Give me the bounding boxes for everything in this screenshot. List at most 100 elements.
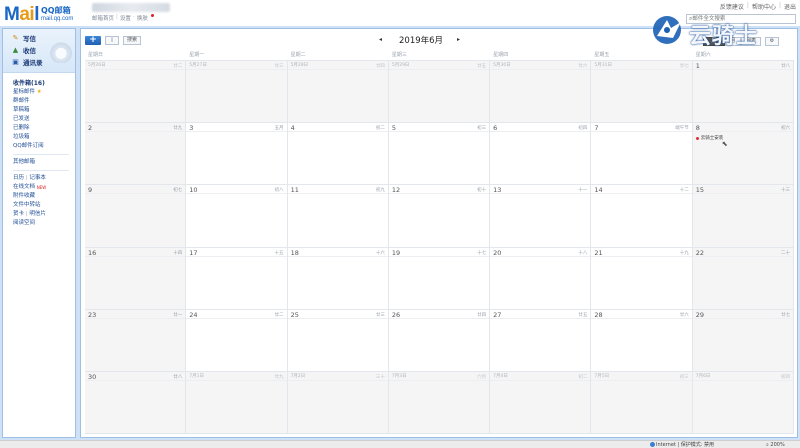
new-event-button[interactable]: + (85, 36, 101, 45)
mail-search-input[interactable] (692, 15, 789, 23)
day-cell[interactable]: 10 初八 (186, 185, 288, 248)
day-number: 16 (88, 248, 97, 257)
day-cell[interactable]: 17 十五 (186, 247, 288, 310)
globe-icon (650, 442, 655, 447)
day-number: 7月1日 (189, 373, 205, 379)
calendar-settings-gear-icon[interactable]: ⚙ (765, 37, 779, 46)
day-number: 30 (88, 372, 97, 381)
day-cell[interactable]: 5月28日 廿四 (287, 61, 389, 124)
day-cell[interactable]: 24 廿二 (186, 309, 288, 372)
qq-mail-logo[interactable]: Mail QQ邮箱 mail.qq.com (4, 2, 73, 24)
day-cell[interactable]: 7月2日 三十 (287, 371, 389, 434)
day-cell[interactable]: 7 端午节 (591, 123, 693, 186)
view-week-button[interactable]: 周 (703, 37, 725, 46)
day-cell[interactable]: 12 初十 (388, 185, 491, 248)
day-cell[interactable]: 29 廿七 (692, 309, 794, 372)
link-online-doc[interactable]: 在线文档 NEW (13, 183, 75, 192)
lunar-date: 初三 (477, 126, 487, 132)
day-number: 5月26日 (88, 63, 106, 68)
day-cell[interactable]: 14 十二 (591, 185, 693, 248)
day-cell[interactable]: 25 廿三 (287, 309, 389, 372)
folder-spam[interactable]: 垃圾箱 (13, 133, 75, 142)
link-skin[interactable]: 换肤 (137, 14, 148, 22)
day-cell[interactable]: 9 初七 (85, 185, 187, 248)
day-cell[interactable]: 18 十六 (287, 247, 389, 310)
day-cell[interactable]: 7月3日 六月 (388, 371, 491, 434)
folder-inbox[interactable]: 收件箱(16) (13, 79, 75, 88)
folder-qq-subscribe[interactable]: QQ邮件订阅 (13, 142, 75, 151)
day-number: 3 (189, 124, 194, 133)
calendar-event[interactable]: 云骑士安装 (695, 135, 723, 141)
day-cell[interactable]: 16 十四 (85, 247, 187, 310)
lunar-date: 廿七 (679, 64, 689, 69)
day-cell[interactable]: 3 五月 (186, 123, 288, 186)
day-cell[interactable]: 5月26日 廿二 (85, 61, 187, 124)
day-cell[interactable]: 7月6日 初四 (692, 371, 794, 434)
next-month-button[interactable]: ▸ (457, 36, 460, 43)
day-cell[interactable]: 7月1日 廿九 (186, 371, 288, 434)
link-logout[interactable]: 退出 (784, 2, 796, 11)
top-links: 反馈建议 | 帮助中心 | 退出 (719, 2, 796, 11)
day-cell[interactable]: 21 十九 (591, 247, 693, 310)
day-cell[interactable]: 11 初九 (287, 185, 389, 248)
day-cell[interactable]: 15 十三 (692, 185, 794, 248)
folder-groups[interactable]: 群邮件 (13, 97, 75, 106)
link-reading-space[interactable]: 阅读空间 (13, 219, 75, 228)
folder-sent[interactable]: 已发送 (13, 115, 75, 124)
link-mail-home[interactable]: 邮箱首页 (92, 14, 114, 22)
lunar-date: 端午节 (675, 126, 689, 132)
day-number: 7月5日 (594, 373, 610, 379)
day-cell[interactable]: 26 廿四 (388, 309, 491, 372)
view-list-button[interactable]: 列表 (741, 37, 761, 46)
link-greeting-card[interactable]: 贺卡 (13, 211, 24, 217)
folder-deleted[interactable]: 已删除 (13, 124, 75, 133)
day-number: 7月6日 (695, 373, 711, 379)
day-cell[interactable]: 5 初三 (388, 123, 491, 186)
lunar-date: 廿五 (578, 312, 588, 318)
day-cell[interactable]: 5月31日 廿七 (591, 61, 693, 124)
day-cell[interactable]: 19 十七 (388, 247, 491, 310)
lunar-date: 十一 (578, 188, 588, 194)
day-cell[interactable]: 20 十八 (490, 247, 592, 310)
day-number: 22 (695, 248, 704, 257)
day-cell[interactable]: 23 廿一 (85, 309, 187, 372)
day-cell[interactable]: 13 十一 (490, 185, 592, 248)
folder-drafts[interactable]: 草稿箱 (13, 106, 75, 115)
day-cell[interactable]: 1 廿八 (692, 61, 794, 124)
day-cell[interactable]: 27 廿五 (490, 309, 592, 372)
day-cell[interactable]: 5月30日 廿六 (490, 61, 592, 124)
link-help[interactable]: 帮助中心 (752, 2, 776, 11)
document-button[interactable]: ▯ (105, 36, 119, 45)
link-feedback[interactable]: 反馈建议 (720, 2, 744, 11)
day-cell[interactable]: 5月29日 廿五 (388, 61, 491, 124)
zoom-level[interactable]: ⌕ 200% (766, 441, 785, 448)
link-postcard[interactable]: 明信片 (29, 211, 46, 217)
day-cell[interactable]: 7月5日 初三 (591, 371, 693, 434)
link-notepad[interactable]: 记事本 (29, 175, 46, 181)
calendar-search-button[interactable]: 搜索 (123, 36, 141, 45)
mail-header: Mail QQ邮箱 mail.qq.com 邮箱首页 | 设置 - 换肤 反馈建… (0, 0, 800, 26)
day-number: 12 (391, 186, 401, 195)
star-icon: ★ (36, 89, 42, 95)
link-attachments[interactable]: 附件收藏 (13, 192, 75, 201)
day-cell[interactable]: 4 初二 (287, 123, 389, 186)
prev-month-button[interactable]: ◂ (379, 36, 382, 43)
folder-starred[interactable]: 星标邮件 ★ (13, 88, 75, 97)
link-file-transfer[interactable]: 文件中转站 (13, 201, 75, 210)
day-cell[interactable]: 2 廿九 (85, 123, 187, 186)
day-cell[interactable]: 22 二十 (692, 247, 794, 310)
link-calendar[interactable]: 日历 (13, 175, 24, 181)
day-cell[interactable]: 7月4日 初二 (490, 371, 592, 434)
lunar-date: 十二 (679, 188, 689, 194)
link-settings[interactable]: 设置 (120, 14, 131, 22)
folder-other-mailboxes[interactable]: 其他邮箱 (13, 158, 75, 167)
day-cell[interactable]: 30 廿八 (85, 371, 187, 434)
logo-domain: mail.qq.com (40, 16, 74, 22)
day-cell[interactable]: 5月27日 廿三 (186, 61, 288, 124)
view-month-button[interactable]: 月 (725, 37, 741, 46)
day-cell[interactable]: 28 廿六 (591, 309, 693, 372)
lunar-date: 二十 (780, 250, 790, 256)
day-cell[interactable]: 8 初六 云骑士安装 ⬉ (692, 123, 794, 186)
day-cell[interactable]: 6 初四 (490, 123, 592, 186)
magnifier-icon: ⌕ (766, 442, 769, 448)
